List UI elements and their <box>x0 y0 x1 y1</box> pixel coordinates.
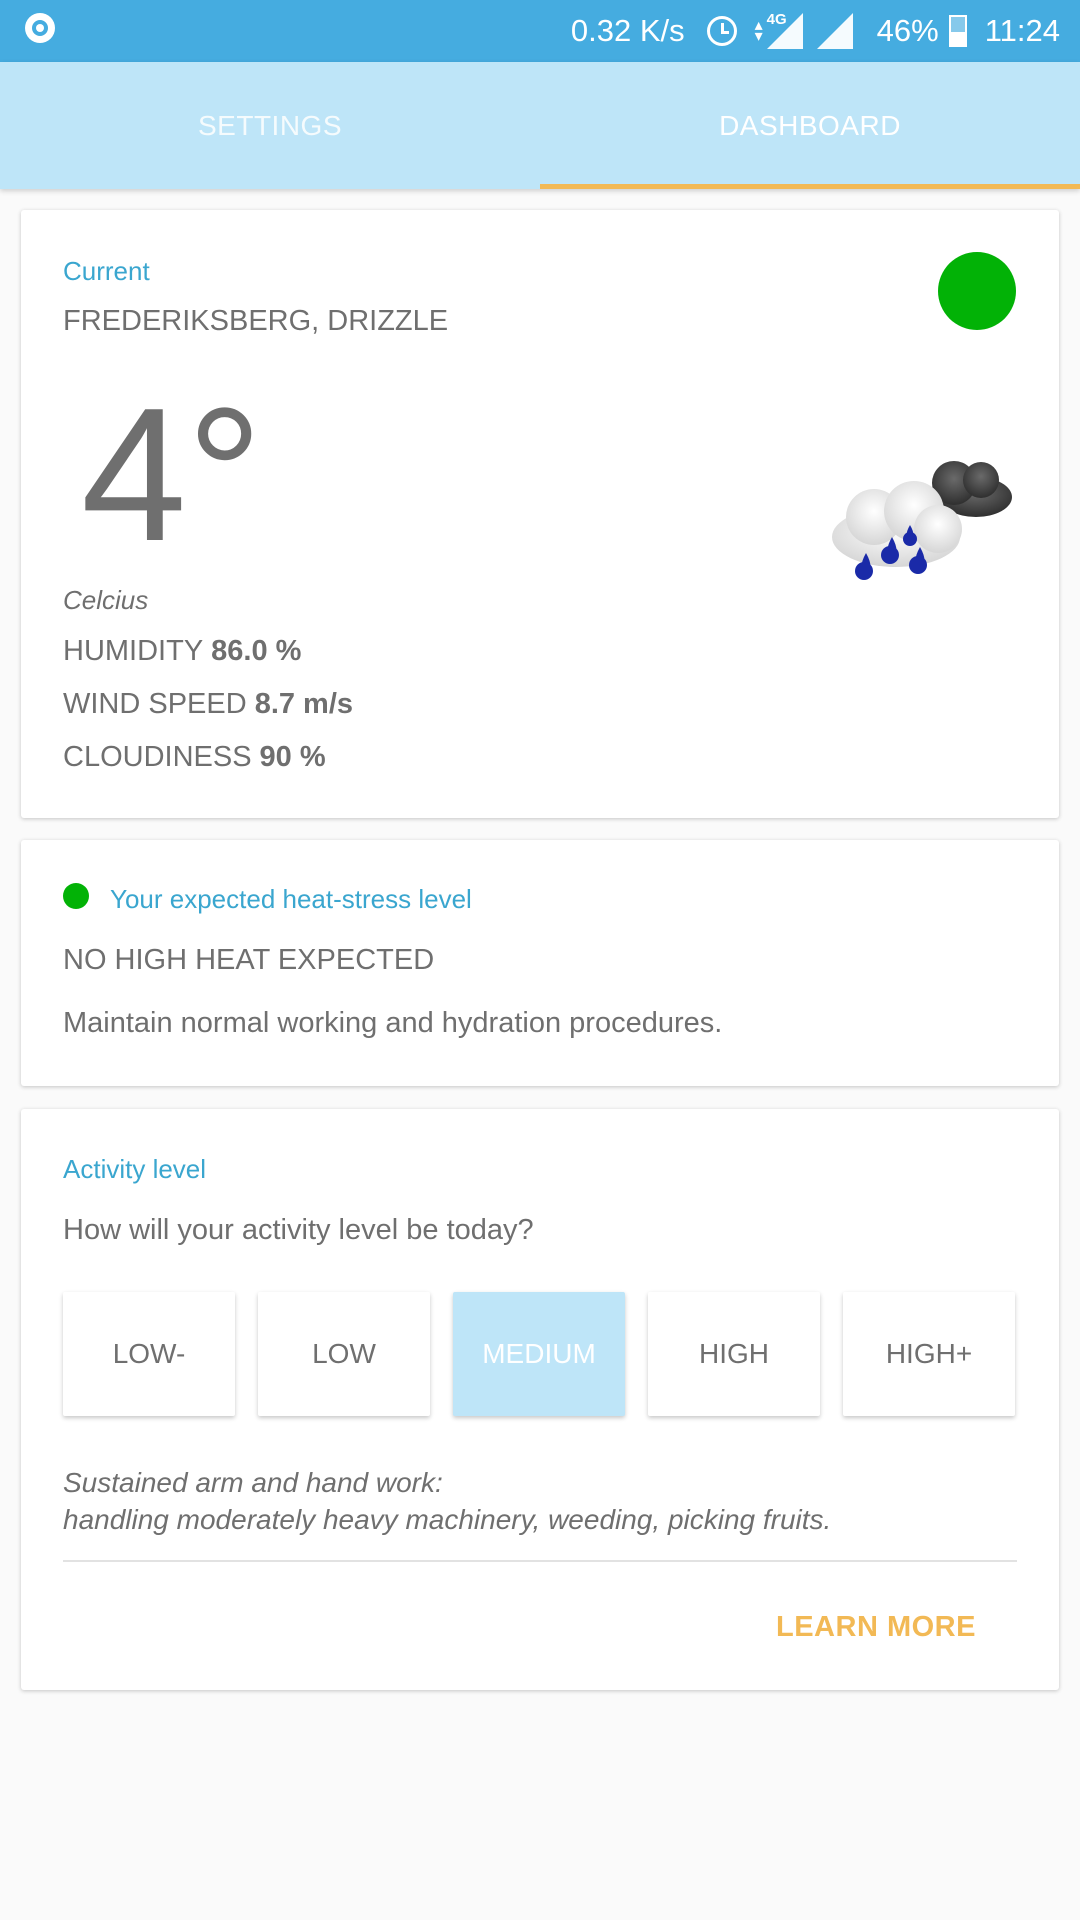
level-medium-button[interactable]: MEDIUM <box>453 1292 625 1416</box>
network-speed: 0.32 K/s <box>570 13 685 48</box>
wind-speed-label: WIND SPEED <box>63 688 247 720</box>
wind-speed-row: WIND SPEED 8.7 m/s <box>63 688 353 721</box>
app-notification-icon <box>25 13 55 43</box>
temperature-unit: Celcius <box>63 585 149 615</box>
humidity-row: HUMIDITY 86.0 % <box>63 635 301 668</box>
tab-settings[interactable]: SETTINGS <box>0 62 540 189</box>
status-indicator <box>938 252 1016 330</box>
level-low-minus-button[interactable]: LOW- <box>63 1292 235 1416</box>
tab-dashboard[interactable]: DASHBOARD <box>540 62 1080 189</box>
humidity-label: HUMIDITY <box>63 635 204 667</box>
drizzle-cloud-icon <box>832 461 1012 580</box>
heat-stress-indicator <box>63 883 89 909</box>
current-label: Current <box>63 256 150 286</box>
clock: 11:24 <box>984 13 1060 48</box>
activity-description-line2: handling moderately heavy machinery, wee… <box>63 1504 832 1535</box>
heat-stress-label: Your expected heat-stress level <box>110 884 472 914</box>
heat-stress-level: NO HIGH HEAT EXPECTED <box>63 944 435 976</box>
level-high-button[interactable]: HIGH <box>648 1292 820 1416</box>
activity-level-card: Activity level How will your activity le… <box>21 1109 1059 1690</box>
alarm-icon <box>706 16 737 46</box>
wind-speed-value: 8.7 m/s <box>254 688 354 720</box>
level-low-button[interactable]: LOW <box>258 1292 430 1416</box>
activity-question: How will your activity level be today? <box>63 1214 534 1246</box>
location-conditions: FREDERIKSBERG, DRIZZLE <box>63 305 449 337</box>
network-type: 4G <box>766 11 787 28</box>
current-weather-card: Current FREDERIKSBERG, DRIZZLE 4° Celciu… <box>21 210 1059 818</box>
learn-more-button[interactable]: LEARN MORE <box>776 1611 976 1644</box>
signal-icon <box>816 13 853 49</box>
data-arrows-icon: ▴ ▾ <box>754 17 763 45</box>
level-high-plus-button[interactable]: HIGH+ <box>843 1292 1015 1416</box>
activity-level-selector: LOW- LOW MEDIUM HIGH HIGH+ <box>63 1292 1017 1416</box>
activity-label: Activity level <box>63 1154 207 1184</box>
activity-description: Sustained arm and hand work: handling mo… <box>63 1464 831 1538</box>
cloudiness-value: 90 % <box>259 741 326 773</box>
heat-stress-advice: Maintain normal working and hydration pr… <box>63 1007 723 1039</box>
tab-indicator <box>540 184 1080 189</box>
humidity-value: 86.0 % <box>211 635 302 667</box>
battery-charging-icon <box>948 15 967 47</box>
activity-description-line1: Sustained arm and hand work: <box>63 1467 443 1498</box>
status-bar: 0.32 K/s ▴ ▾ 4G 46% 11:24 <box>0 0 1080 62</box>
mobile-signal-icon: 4G <box>766 11 803 49</box>
divider <box>63 1560 1017 1562</box>
cloudiness-label: CLOUDINESS <box>63 741 252 773</box>
tab-bar: SETTINGS DASHBOARD <box>0 62 1080 189</box>
battery-percent: 46% <box>876 13 939 48</box>
temperature: 4° <box>81 369 263 581</box>
heat-stress-card: Your expected heat-stress level NO HIGH … <box>21 840 1059 1086</box>
cloudiness-row: CLOUDINESS 90 % <box>63 741 326 774</box>
status-indicators: 0.32 K/s ▴ ▾ 4G 46% 11:24 <box>571 0 1060 62</box>
